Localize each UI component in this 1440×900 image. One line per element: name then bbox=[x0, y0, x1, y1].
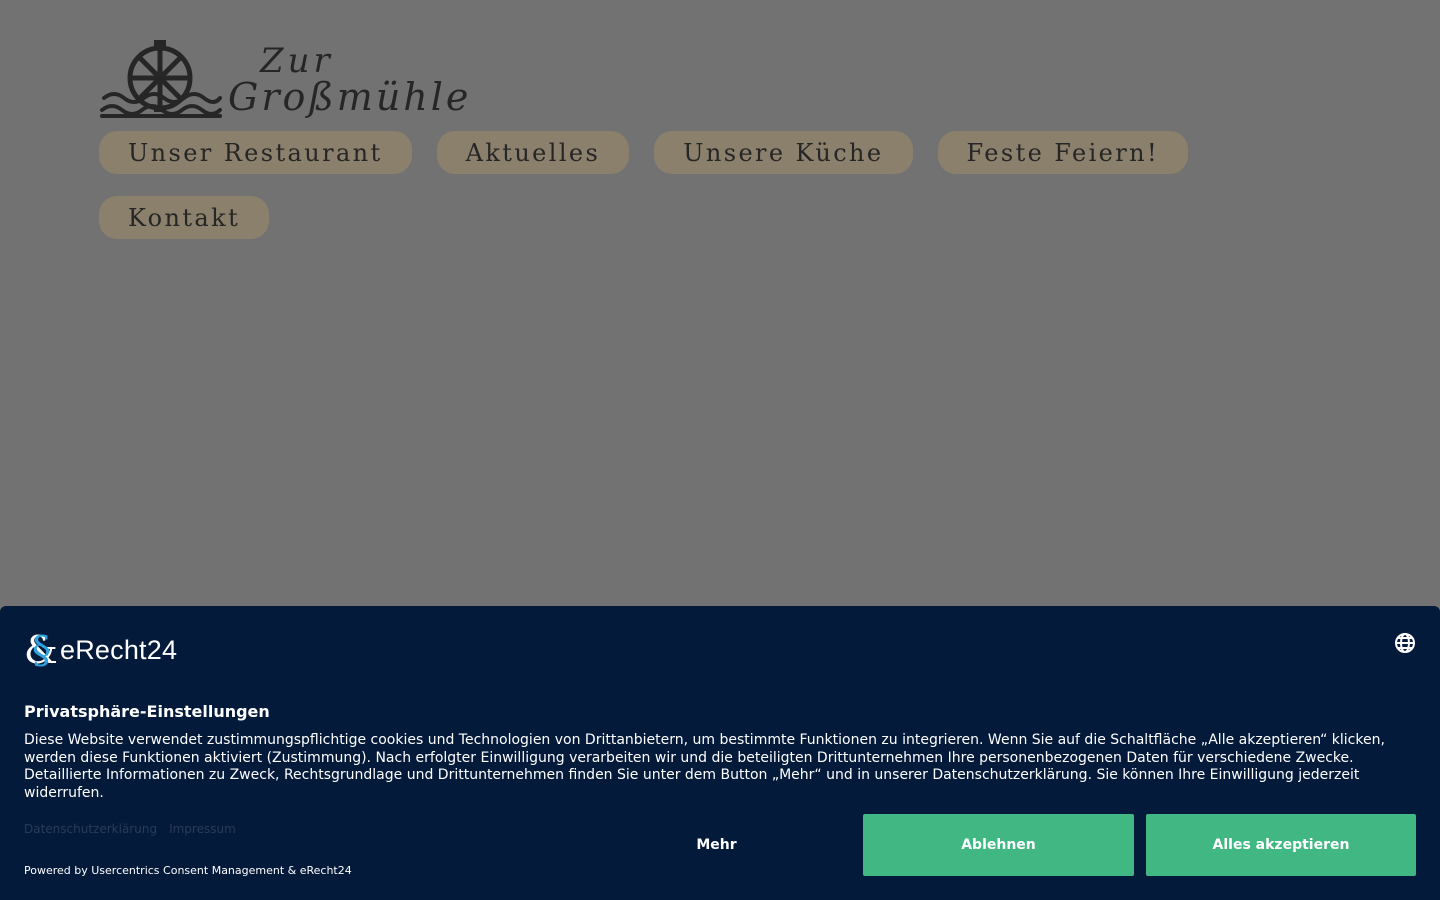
privacy-policy-link[interactable]: Datenschutzerklärung bbox=[24, 822, 157, 836]
site-logo[interactable]: Zur Großmühle bbox=[100, 40, 500, 118]
globe-icon[interactable] bbox=[1394, 632, 1416, 654]
consent-description: Diese Website verwendet zustimmungspflic… bbox=[24, 732, 1385, 801]
nav-item-restaurant[interactable]: Unser Restaurant bbox=[99, 131, 412, 174]
nav-item-celebrations[interactable]: Feste Feiern! bbox=[937, 131, 1189, 174]
consent-links: Datenschutzerklärung Impressum bbox=[24, 822, 236, 836]
logo-wordmark: Zur Großmühle bbox=[228, 44, 471, 116]
nav-item-news[interactable]: Aktuelles bbox=[436, 131, 630, 174]
erecht24-logo: & § eRecht24 bbox=[24, 630, 177, 670]
accept-all-button[interactable]: Alles akzeptieren bbox=[1146, 814, 1416, 876]
powered-by-text: Powered by Usercentrics Consent Manageme… bbox=[24, 864, 352, 877]
mill-wheel-icon bbox=[100, 40, 222, 118]
imprint-link[interactable]: Impressum bbox=[169, 822, 236, 836]
main-nav: Unser Restaurant Aktuelles Unsere Küche … bbox=[99, 131, 1199, 239]
logo-line-2: Großmühle bbox=[228, 75, 472, 119]
cookie-consent-banner: & § eRecht24 Privatsphäre-Einstellungen D… bbox=[0, 606, 1440, 900]
deny-button[interactable]: Ablehnen bbox=[863, 814, 1134, 876]
nav-item-contact[interactable]: Kontakt bbox=[99, 196, 270, 239]
logo-line-1: Zur bbox=[260, 41, 334, 81]
consent-title: Privatsphäre-Einstellungen bbox=[24, 702, 270, 721]
more-button[interactable]: Mehr bbox=[581, 814, 852, 876]
brand-name: eRecht24 bbox=[60, 634, 178, 665]
nav-item-kitchen[interactable]: Unsere Küche bbox=[654, 131, 913, 174]
erecht24-mark-icon: & § bbox=[24, 628, 58, 672]
